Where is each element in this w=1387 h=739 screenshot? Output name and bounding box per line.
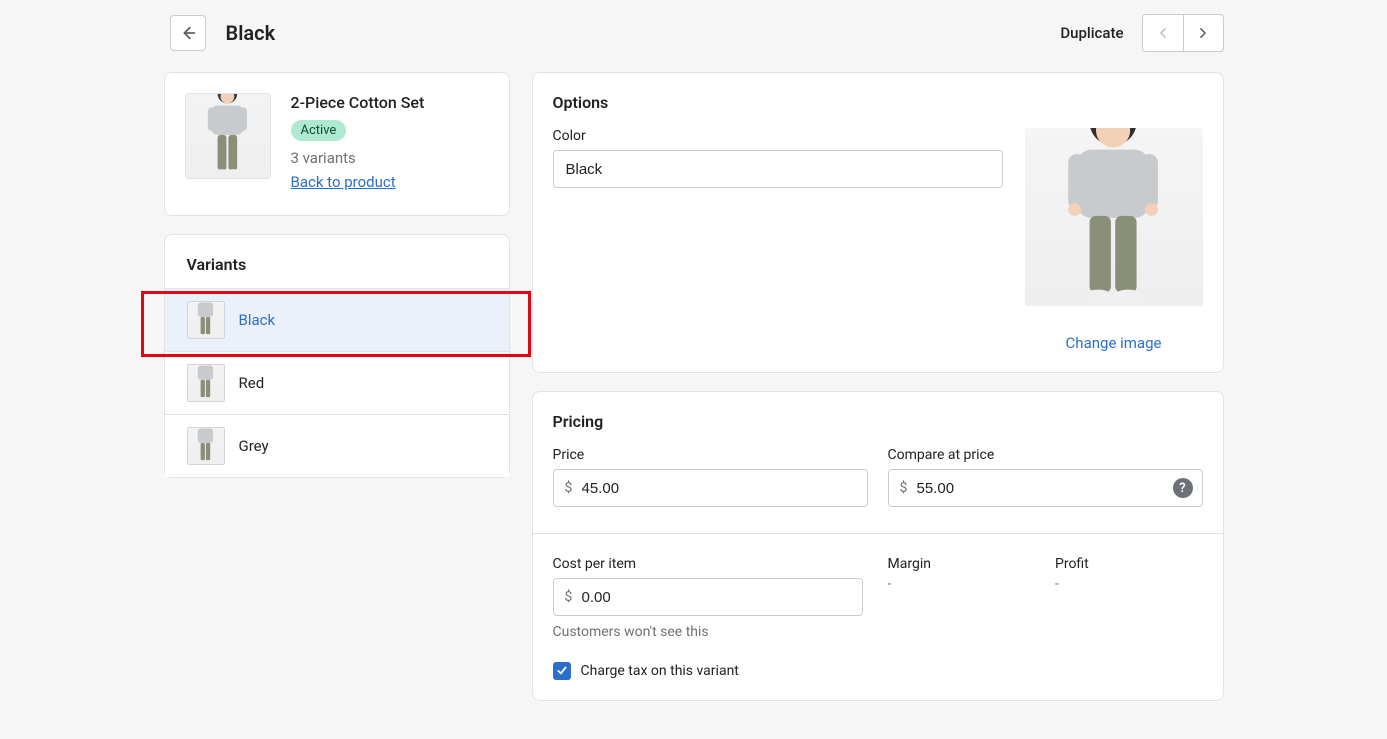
page-title: Black [226,21,276,45]
help-icon[interactable]: ? [1173,478,1193,498]
variant-item-grey[interactable]: Grey [165,414,509,477]
variant-label: Red [239,374,265,392]
variant-label: Grey [239,437,269,455]
cost-input[interactable] [553,578,863,616]
color-input[interactable] [553,150,1003,188]
options-heading: Options [553,93,1203,112]
pricing-heading: Pricing [553,412,1203,431]
variants-heading: Variants [165,235,509,288]
product-image-icon [198,93,257,178]
profit-label: Profit [1055,556,1203,572]
options-card: Options Color Change image [532,72,1224,373]
variant-count: 3 variants [291,149,425,167]
duplicate-button[interactable]: Duplicate [1060,24,1123,42]
margin-label: Margin [888,556,1036,572]
status-badge: Active [291,120,347,141]
product-title: 2-Piece Cotton Set [291,93,425,112]
variant-image [1025,128,1203,306]
cost-label: Cost per item [553,556,868,572]
back-button[interactable] [170,15,206,51]
product-thumbnail [185,93,271,179]
variant-label: Black [239,311,276,329]
page-header: Black Duplicate [164,14,1224,52]
charge-tax-label: Charge tax on this variant [581,663,739,679]
price-input[interactable] [553,469,868,507]
arrow-left-icon [179,24,197,42]
variants-card: Variants Black Red [164,234,510,478]
charge-tax-checkbox[interactable] [553,662,571,680]
variant-item-red[interactable]: Red [165,351,509,414]
variant-thumbnail [187,301,225,339]
product-image-icon [191,364,220,401]
variant-nav [1142,14,1224,52]
color-label: Color [553,128,1003,144]
chevron-left-icon [1156,26,1170,40]
prev-variant-button[interactable] [1143,15,1183,51]
product-summary-card: 2-Piece Cotton Set Active 3 variants Bac… [164,72,510,216]
margin-value: - [888,576,1036,592]
check-icon [556,665,568,677]
variant-thumbnail [187,427,225,465]
next-variant-button[interactable] [1183,15,1223,51]
profit-value: - [1055,576,1203,592]
product-image-icon [191,427,220,464]
product-image-icon [1049,128,1177,306]
change-image-link[interactable]: Change image [1066,334,1162,352]
pricing-card: Pricing Price $ Compare at price [532,391,1224,701]
variant-thumbnail [187,364,225,402]
compare-price-input[interactable] [888,469,1203,507]
currency-symbol: $ [565,589,573,605]
back-to-product-link[interactable]: Back to product [291,173,396,191]
compare-price-label: Compare at price [888,447,1203,463]
variant-item-black[interactable]: Black [165,288,509,351]
chevron-right-icon [1196,26,1210,40]
cost-helper-text: Customers won't see this [553,624,868,640]
currency-symbol: $ [900,480,908,496]
price-label: Price [553,447,868,463]
currency-symbol: $ [565,480,573,496]
product-image-icon [191,301,220,338]
